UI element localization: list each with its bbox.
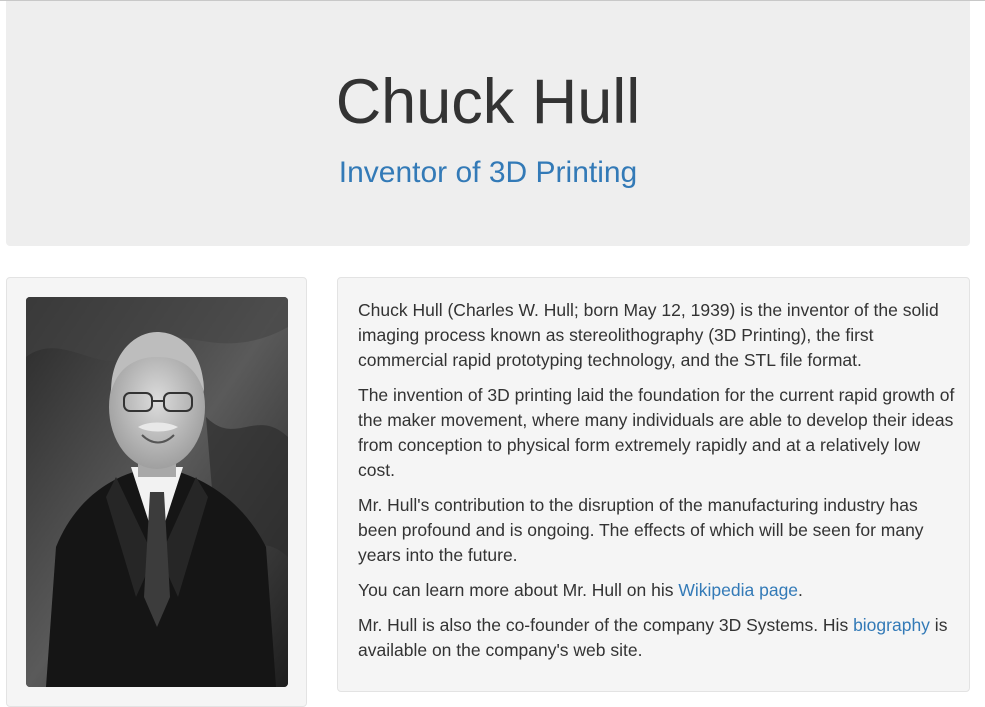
portrait-image bbox=[26, 297, 288, 687]
bio-paragraph-5: Mr. Hull is also the co-founder of the c… bbox=[358, 613, 958, 663]
header-jumbotron: Chuck Hull Inventor of 3D Printing bbox=[6, 1, 970, 246]
photo-panel bbox=[6, 277, 307, 707]
bio-panel: Chuck Hull (Charles W. Hull; born May 12… bbox=[337, 277, 970, 692]
biography-link[interactable]: biography bbox=[853, 615, 930, 635]
bio-paragraph-1: Chuck Hull (Charles W. Hull; born May 12… bbox=[358, 300, 939, 370]
bio-paragraph-4: You can learn more about Mr. Hull on his… bbox=[358, 578, 958, 603]
bio-p4-text: You can learn more about Mr. Hull on his bbox=[358, 580, 679, 600]
page-subtitle: Inventor of 3D Printing bbox=[338, 156, 638, 189]
bio-paragraph-3: Mr. Hull's contribution to the disruptio… bbox=[358, 495, 924, 565]
page-title: Chuck Hull bbox=[335, 67, 641, 137]
bio-p4-end: . bbox=[798, 580, 803, 600]
bio-p5-text: Mr. Hull is also the co-founder of the c… bbox=[358, 615, 854, 635]
wikipedia-link[interactable]: Wikipedia page bbox=[678, 580, 798, 600]
bio-text: Chuck Hull (Charles W. Hull; born May 12… bbox=[358, 298, 958, 673]
bio-paragraph-2: The invention of 3D printing laid the fo… bbox=[358, 385, 955, 480]
